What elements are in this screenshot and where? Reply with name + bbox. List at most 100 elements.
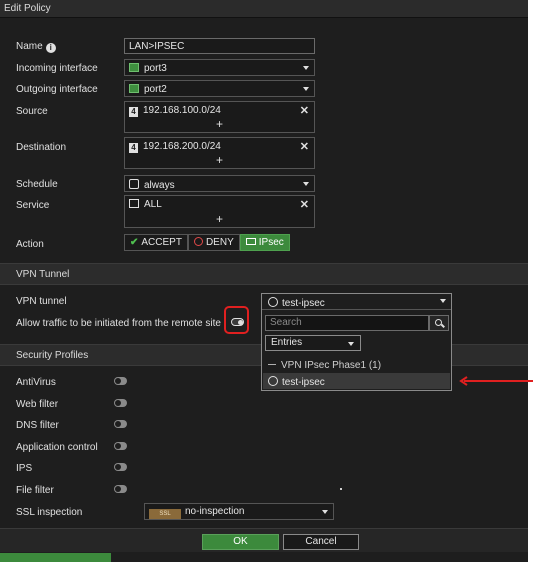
ips-toggle[interactable] [114,463,127,471]
group-label: VPN IPsec Phase1 [281,360,367,371]
destination-field[interactable]: 4 192.168.200.0/24 ✕ + [124,137,315,169]
action-accept-label: ACCEPT [141,237,182,248]
action-deny-label: DENY [205,237,234,248]
application-control-label: Application control [16,442,98,453]
action-accept-button[interactable]: ✔ ACCEPT [124,234,188,251]
chevron-down-icon [322,510,328,514]
antivirus-label: AntiVirus [16,377,56,388]
toggle-knob [115,378,121,384]
service-icon [129,199,139,208]
toggle-knob [115,464,121,470]
search-icon[interactable] [429,315,449,331]
web-filter-label: Web filter [16,399,59,410]
vpn-tunnel-label: VPN tunnel [16,296,67,307]
dropdown-option[interactable]: test-ipsec [263,373,450,389]
action-ipsec-button[interactable]: IPsec [239,234,290,251]
service-value: ALL [144,199,162,210]
info-icon[interactable]: i [45,43,56,53]
service-entry: ALL [129,199,162,210]
interface-icon [129,63,139,72]
address-icon: 4 [129,107,138,117]
service-field[interactable]: ALL ✕ + [124,195,315,228]
dialog-title: Edit Policy [0,0,528,18]
name-label-text: Name [16,41,43,52]
annotation-highlight-box [224,306,249,334]
remove-destination-icon[interactable]: ✕ [300,140,309,153]
action-deny-button[interactable]: DENY [187,234,240,251]
ips-label: IPS [16,463,33,474]
add-service-icon[interactable]: + [216,212,223,226]
dns-filter-toggle[interactable] [114,420,127,428]
remove-service-icon[interactable]: ✕ [300,198,309,211]
application-control-toggle[interactable] [114,442,127,450]
file-filter-toggle[interactable] [114,485,127,493]
name-input[interactable]: LAN>IPSEC [124,38,315,54]
dialog-footer: OK Cancel [0,528,528,552]
incoming-interface-select[interactable]: port3 [124,59,315,76]
destination-entry: 4 192.168.200.0/24 [129,141,221,153]
vpn-tunnel-section-header: VPN Tunnel [0,263,528,285]
outgoing-interface-select[interactable]: port2 [124,80,315,97]
ssl-inspection-value: no-inspection [185,506,245,517]
schedule-select[interactable]: always [124,175,315,192]
outgoing-interface-value: port2 [144,84,167,95]
chevron-down-icon [303,66,309,70]
allow-remote-label: Allow traffic to be initiated from the r… [16,318,221,329]
ssl-inspection-label: SSL inspection [16,507,83,518]
dropdown-search-input[interactable]: Search [265,315,429,331]
toggle-knob [115,486,121,492]
ok-button[interactable]: OK [202,534,279,550]
entries-filter-value: Entries [271,337,303,348]
dropdown-group-header[interactable]: VPN IPsec Phase1 (1) [268,360,381,371]
file-filter-label: File filter [16,485,54,496]
schedule-label: Schedule [16,179,58,190]
dropdown-option-label: test-ipsec [282,377,325,388]
caret-down-icon [348,342,354,346]
address-icon: 4 [129,143,138,153]
check-icon: ✔ [130,237,139,248]
source-value: 192.168.100.0/24 [143,105,221,116]
outgoing-interface-label: Outgoing interface [16,84,98,95]
chevron-down-icon [440,299,446,303]
stray-dot [340,488,342,490]
destination-value: 192.168.200.0/24 [143,141,221,152]
entries-filter-select[interactable]: Entries [265,335,361,351]
source-label: Source [16,106,48,117]
web-filter-toggle[interactable] [114,399,127,407]
remove-source-icon[interactable]: ✕ [300,104,309,117]
action-label: Action [16,239,44,250]
interface-icon [129,84,139,93]
chevron-down-icon [303,87,309,91]
tunnel-icon [268,297,278,307]
edit-policy-dialog: Edit Policy Name i LAN>IPSEC Incoming int… [0,0,528,562]
vpn-tunnel-dropdown[interactable]: test-ipsec Search Entries VPN IPsec Phas… [261,293,452,391]
vpn-tunnel-selected-value: test-ipsec [282,298,325,309]
bottom-status-strip [0,553,111,562]
toggle-knob [115,443,121,449]
destination-label: Destination [16,142,67,153]
deny-icon [193,237,203,246]
tunnel-icon [268,376,278,386]
group-count: (1) [368,360,382,371]
collapse-icon [268,363,276,365]
name-label: Name i [16,41,56,53]
search-handle [441,323,445,328]
antivirus-toggle[interactable] [114,377,127,385]
incoming-interface-value: port3 [144,63,167,74]
action-ipsec-label: IPsec [258,237,284,248]
ipsec-icon [245,238,256,245]
toggle-knob [115,421,121,427]
incoming-interface-label: Incoming interface [16,63,98,74]
schedule-value: always [144,180,175,191]
cancel-button[interactable]: Cancel [283,534,359,550]
ssl-inspection-select[interactable]: SSL no-inspection [144,503,334,520]
add-destination-icon[interactable]: + [216,153,223,167]
dns-filter-label: DNS filter [16,420,59,431]
source-field[interactable]: 4 192.168.100.0/24 ✕ + [124,101,315,133]
chevron-down-icon [303,182,309,186]
vpn-tunnel-select[interactable]: test-ipsec [262,294,451,310]
toggle-knob [115,400,121,406]
action-toggle-group: ✔ ACCEPT DENY IPsec [124,234,290,251]
add-source-icon[interactable]: + [216,117,223,131]
ssl-badge-icon: SSL [149,509,181,519]
